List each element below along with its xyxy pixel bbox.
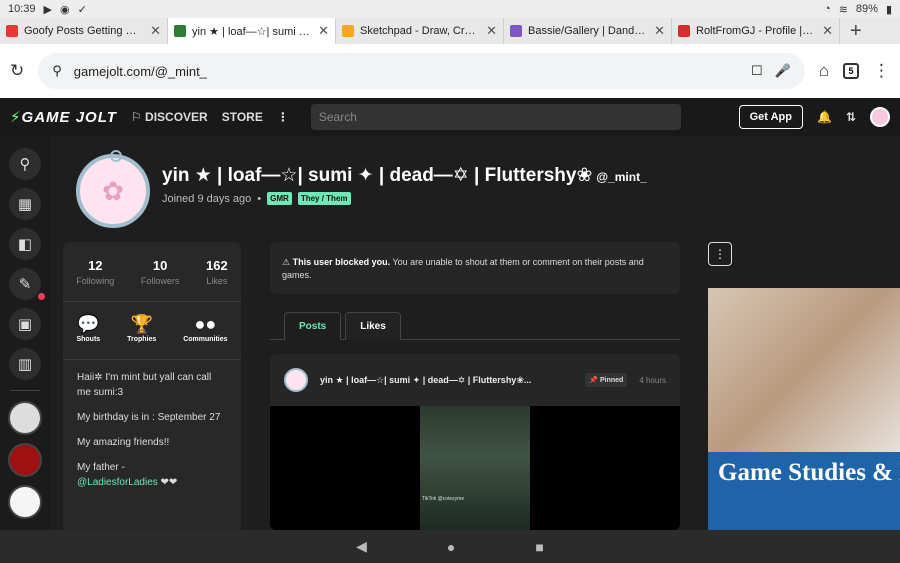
speech-bubble-icon: 💬 bbox=[77, 314, 100, 334]
battery-percent: 89% bbox=[855, 3, 878, 15]
sidebar-create-icon[interactable]: ✎ bbox=[9, 268, 45, 300]
profile-username: @_mint_ bbox=[596, 170, 647, 184]
browser-tab[interactable]: Sketchpad - Draw, Create, Sh ✕ bbox=[336, 18, 504, 44]
sketchpad-favicon-icon bbox=[342, 25, 354, 37]
profile-bio: Haii✲ I'm mint but yall can call me sumi… bbox=[77, 372, 221, 488]
browser-tab[interactable]: Goofy Posts Getting Cooked ✕ bbox=[0, 18, 168, 44]
communities-button[interactable]: ●● Communities bbox=[183, 314, 227, 359]
tag-badge: GMR bbox=[267, 192, 292, 205]
communities-icon: ●● bbox=[194, 314, 217, 334]
browser-tab[interactable]: Bassie/Gallery | Dandy's Wo ✕ bbox=[504, 18, 672, 44]
profile-stats-card: 12 Following 10 Followers 162 Likes 💬 Shouts… bbox=[63, 242, 241, 530]
pinterest-favicon-icon bbox=[678, 25, 690, 37]
youtube-favicon-icon bbox=[6, 25, 18, 37]
sidebar-chat-icon[interactable]: ▣ bbox=[9, 308, 41, 340]
browser-tab-strip: Goofy Posts Getting Cooked ✕ yin ★ | loa… bbox=[0, 18, 900, 44]
url-text[interactable]: gamejolt.com/@_mint_ bbox=[74, 64, 207, 79]
pronoun-badge: They / Them bbox=[297, 192, 351, 205]
profile-tabs: Posts Likes bbox=[270, 312, 680, 340]
sidebar-store-icon[interactable]: ▦ bbox=[9, 188, 41, 220]
post-author-name[interactable]: yin ★ | loaf—☆| sumi ✦ | dead—✡ | Flutte… bbox=[320, 375, 573, 386]
post-time: 4 hours bbox=[639, 375, 666, 385]
alarm-icon: ◔ bbox=[824, 3, 831, 15]
close-icon[interactable]: ✕ bbox=[822, 23, 833, 39]
sidebar-bag-icon[interactable]: ◧ bbox=[9, 228, 41, 260]
discover-link[interactable]: ⚐ DISCOVER bbox=[131, 110, 208, 124]
get-app-button[interactable]: Get App bbox=[738, 105, 803, 129]
trophies-button[interactable]: 🏆 Trophies bbox=[127, 314, 156, 359]
video-thumbnail[interactable] bbox=[420, 406, 530, 530]
search-input[interactable]: Search bbox=[310, 104, 681, 130]
recents-icon[interactable]: ■ bbox=[535, 539, 543, 555]
store-link[interactable]: STORE bbox=[222, 110, 263, 124]
sidebar-community-avatar[interactable] bbox=[8, 401, 42, 435]
browser-tab-active[interactable]: yin ★ | loaf—☆| sumi ✦ | dead ✕ bbox=[168, 18, 336, 44]
notifications-bell-icon[interactable]: 🔔 bbox=[817, 110, 832, 124]
close-icon[interactable]: ✕ bbox=[318, 23, 329, 39]
advertisement[interactable]: Game Studies & Design bbox=[708, 288, 900, 530]
browser-tab[interactable]: RoltFromGJ - Profile | Pinter ✕ bbox=[672, 18, 840, 44]
menu-kebab-icon[interactable]: ⋮ bbox=[873, 61, 890, 81]
profile-page: ✿ yin ★ | loaf—☆| sumi ✦ | dead—✡ | Flut… bbox=[50, 136, 900, 530]
close-icon[interactable]: ✕ bbox=[654, 23, 665, 39]
gamejolt-logo[interactable]: ⚡GAME JOLT bbox=[10, 108, 117, 126]
wifi-icon: ≋ bbox=[838, 3, 848, 16]
ad-banner[interactable]: Game Studies & Design bbox=[708, 452, 900, 530]
profile-more-button[interactable]: ⋮ bbox=[708, 242, 732, 266]
home-icon[interactable]: ⌂ bbox=[819, 61, 829, 81]
video-caption: TikTok @cotezyme bbox=[422, 496, 465, 502]
sidebar-community-avatar[interactable] bbox=[8, 443, 42, 477]
tab-likes[interactable]: Likes bbox=[345, 312, 401, 340]
user-avatar[interactable] bbox=[870, 107, 890, 127]
sidebar-library-icon[interactable]: ▥ bbox=[9, 348, 41, 380]
close-icon[interactable]: ✕ bbox=[150, 23, 161, 39]
bookmark-icon[interactable]: ☐ bbox=[751, 63, 763, 79]
reload-icon[interactable]: ↻ bbox=[10, 61, 24, 81]
sidebar-divider bbox=[10, 390, 40, 391]
blocked-notice: ⚠ This user blocked you. You are unable … bbox=[270, 242, 680, 294]
sidebar: ⚲ ▦ ◧ ✎ ▣ ▥ bbox=[0, 136, 50, 530]
stat-followers[interactable]: 10 Followers bbox=[141, 258, 180, 301]
sidebar-activity-icon[interactable]: ⚲ bbox=[9, 148, 41, 180]
tab-posts[interactable]: Posts bbox=[284, 312, 342, 340]
profile-avatar[interactable]: ✿ bbox=[76, 150, 150, 228]
sidebar-community-avatar[interactable] bbox=[8, 485, 42, 519]
record-icon: ◉ bbox=[60, 3, 70, 16]
youtube-notification-icon: ▶ bbox=[43, 3, 52, 16]
microphone-icon[interactable]: 🎤 bbox=[775, 63, 791, 79]
trophy-icon: 🏆 bbox=[130, 314, 153, 334]
post-author-avatar[interactable] bbox=[284, 368, 308, 392]
tab-switcher-button[interactable]: 5 bbox=[843, 63, 859, 79]
ad-image[interactable] bbox=[708, 288, 900, 452]
new-tab-plus-icon[interactable]: + bbox=[840, 20, 872, 43]
shouts-button[interactable]: 💬 Shouts bbox=[76, 314, 100, 359]
clock: 10:39 bbox=[8, 3, 36, 15]
site-info-icon[interactable]: ⚲ bbox=[52, 63, 62, 79]
back-icon[interactable]: ◀ bbox=[356, 538, 367, 555]
omnibox-bar: ↻ ⚲ gamejolt.com/@_mint_ ☐ 🎤 ⌂ 5 ⋮ bbox=[0, 44, 900, 98]
more-menu-icon[interactable]: ⋮ bbox=[277, 110, 289, 124]
stat-following[interactable]: 12 Following bbox=[76, 258, 114, 301]
close-icon[interactable]: ✕ bbox=[486, 23, 497, 39]
friends-icon[interactable]: ⇅ bbox=[846, 110, 856, 124]
profile-joined: Joined 9 days ago • GMR They / Them bbox=[162, 192, 351, 205]
check-icon: ✓ bbox=[77, 3, 87, 16]
battery-icon: ▮ bbox=[885, 3, 892, 16]
pinned-post[interactable]: yin ★ | loaf—☆| sumi ✦ | dead—✡ | Flutte… bbox=[270, 354, 680, 530]
home-circle-icon[interactable]: ● bbox=[447, 539, 455, 555]
stat-likes[interactable]: 162 Likes bbox=[206, 258, 228, 301]
pinned-badge: 📌 Pinned bbox=[585, 373, 628, 387]
post-video[interactable]: TikTok @cotezyme bbox=[270, 406, 680, 530]
bio-mention-link[interactable]: @LadiesforLadies bbox=[77, 477, 158, 488]
wiki-favicon-icon bbox=[510, 25, 522, 37]
gamejolt-header: ⚡GAME JOLT ⚐ DISCOVER STORE ⋮ Search Get… bbox=[0, 98, 900, 136]
android-nav-bar: ◀ ● ■ bbox=[0, 530, 900, 563]
warning-icon: ⚠ bbox=[282, 257, 291, 267]
url-bar[interactable]: ⚲ gamejolt.com/@_mint_ ☐ 🎤 bbox=[38, 53, 805, 89]
profile-name: yin ★ | loaf—☆| sumi ✦ | dead—✡ | Flutte… bbox=[162, 165, 647, 186]
gamejolt-favicon-icon bbox=[174, 25, 186, 37]
status-bar: 10:39 ▶ ◉ ✓ ◔ ≋ 89% ▮ bbox=[0, 0, 900, 18]
